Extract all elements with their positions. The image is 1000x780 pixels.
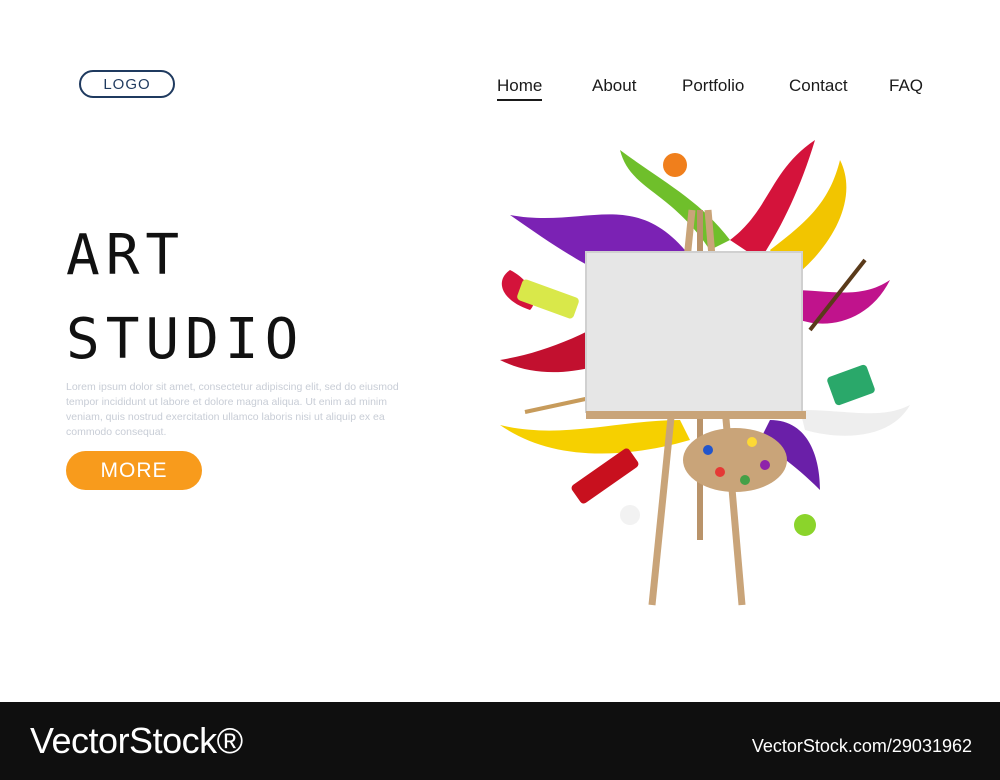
yellow-paint-tube <box>517 279 579 319</box>
title-line-1: ART <box>66 223 186 288</box>
white-splat <box>620 505 640 525</box>
green-splat <box>794 514 816 536</box>
watermark-bar: VectorStock® VectorStock.com/29031962 <box>0 702 1000 780</box>
watermark-brand: VectorStock® <box>30 720 243 761</box>
orange-splat <box>663 153 687 177</box>
brush-left <box>524 396 591 414</box>
watermark-url: VectorStock.com/29031962 <box>751 736 972 756</box>
easel-illustration <box>500 140 910 606</box>
nav-item-portfolio[interactable]: Portfolio <box>682 76 744 96</box>
nav-item-home[interactable]: Home <box>497 76 543 101</box>
palette <box>683 428 787 492</box>
more-button[interactable]: MORE <box>66 451 202 490</box>
title-line-2: STUDIO <box>66 307 305 372</box>
magenta-splash <box>790 280 890 324</box>
red-paint-tube <box>571 448 639 504</box>
nav-item-contact[interactable]: Contact <box>789 76 848 96</box>
nav-item-about[interactable]: About <box>592 76 636 96</box>
blank-canvas <box>585 251 803 413</box>
nav-item-faq[interactable]: FAQ <box>889 76 923 96</box>
white-splash <box>800 405 910 436</box>
yellow-splash-left <box>500 420 690 454</box>
page-title: ART STUDIO <box>66 214 304 382</box>
easel-ledge <box>586 411 806 419</box>
green-paint-jar <box>827 364 875 406</box>
hero-description: Lorem ipsum dolor sit amet, consectetur … <box>66 381 399 438</box>
main-nav: Home About Portfolio Contact FAQ <box>0 76 1000 106</box>
